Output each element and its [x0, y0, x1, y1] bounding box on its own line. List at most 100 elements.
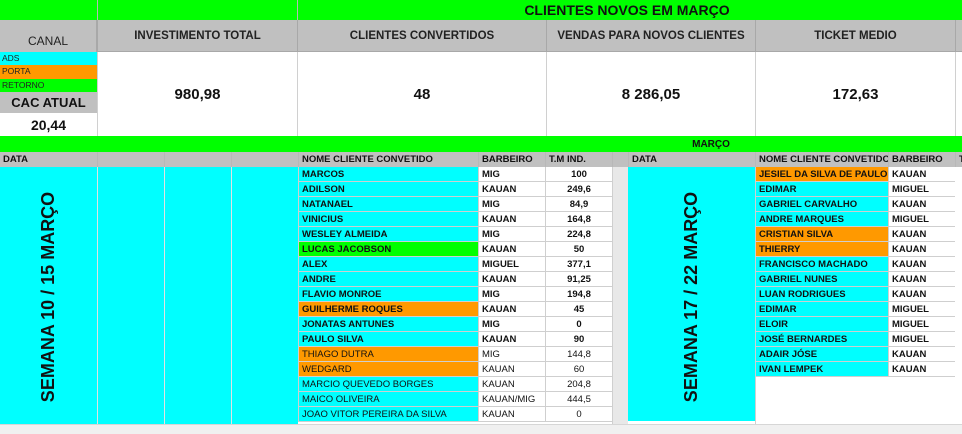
right-row-barber[interactable]: MIGUEL: [888, 182, 955, 197]
left-row-barber[interactable]: KAUAN: [478, 332, 545, 347]
left-row-name[interactable]: ALEX: [298, 257, 478, 272]
right-row-barber[interactable]: KAUAN: [888, 167, 955, 182]
left-row-name[interactable]: VINICIUS: [298, 212, 478, 227]
left-row-barber[interactable]: MIG: [478, 167, 545, 182]
left-row-name[interactable]: MARCIO QUEVEDO BORGES: [298, 377, 478, 392]
right-row-name[interactable]: GABRIEL CARVALHO: [755, 197, 888, 212]
legend: ADS PORTA RETORNO: [0, 52, 97, 92]
left-row-barber[interactable]: MIG: [478, 197, 545, 212]
left-row-tm[interactable]: 45: [545, 302, 612, 317]
right-row-name[interactable]: ADAIR JÓSE: [755, 347, 888, 362]
kpi-header-vendas: VENDAS PARA NOVOS CLIENTES: [546, 20, 755, 52]
right-row-barber[interactable]: MIGUEL: [888, 212, 955, 227]
right-week-label: SEMANA 17 / 22 MARÇO: [681, 191, 701, 403]
left-row-name[interactable]: JONATAS ANTUNES: [298, 317, 478, 332]
right-row-barber[interactable]: KAUAN: [888, 362, 955, 377]
right-row-name[interactable]: GABRIEL NUNES: [755, 272, 888, 287]
left-row-barber[interactable]: MIG: [478, 227, 545, 242]
grid-line: [97, 167, 98, 434]
left-row-barber[interactable]: KAUAN: [478, 212, 545, 227]
left-header-blank: [164, 152, 231, 167]
right-row-name[interactable]: ELOIR: [755, 317, 888, 332]
left-row-barber[interactable]: MIGUEL: [478, 257, 545, 272]
right-row-name[interactable]: ANDRE MARQUES: [755, 212, 888, 227]
month-band: MARÇO: [0, 136, 962, 152]
left-row-name[interactable]: WEDGARD: [298, 362, 478, 377]
right-row-barber[interactable]: KAUAN: [888, 287, 955, 302]
left-row-tm[interactable]: 50: [545, 242, 612, 257]
right-row-barber[interactable]: KAUAN: [888, 272, 955, 287]
right-header-barber: BARBEIRO: [888, 152, 955, 167]
left-row-name[interactable]: ADILSON: [298, 182, 478, 197]
left-row-tm[interactable]: 84,9: [545, 197, 612, 212]
kpi-header-investimento: INVESTIMENTO TOTAL: [97, 20, 297, 52]
left-row-name[interactable]: LUCAS JACOBSON: [298, 242, 478, 257]
horizontal-scrollbar[interactable]: [0, 424, 962, 434]
left-row-barber[interactable]: KAUAN: [478, 377, 545, 392]
left-row-name[interactable]: MAICO OLIVEIRA: [298, 392, 478, 407]
right-row-barber[interactable]: MIGUEL: [888, 317, 955, 332]
left-row-name[interactable]: JOAO VITOR PEREIRA DA SILVA: [298, 407, 478, 422]
right-row-barber[interactable]: KAUAN: [888, 242, 955, 257]
left-row-tm[interactable]: 194,8: [545, 287, 612, 302]
right-row-barber[interactable]: KAUAN: [888, 347, 955, 362]
right-row-name[interactable]: LUAN RODRIGUES: [755, 287, 888, 302]
left-row-barber[interactable]: KAUAN: [478, 272, 545, 287]
left-row-tm[interactable]: 0: [545, 317, 612, 332]
left-row-tm[interactable]: 444,5: [545, 392, 612, 407]
legend-retorno: RETORNO: [0, 78, 97, 92]
left-row-tm[interactable]: 100: [545, 167, 612, 182]
left-row-barber[interactable]: MIG: [478, 317, 545, 332]
left-header-barber: BARBEIRO: [478, 152, 545, 167]
right-row-name[interactable]: IVAN LEMPEK: [755, 362, 888, 377]
right-row-name[interactable]: EDIMAR: [755, 302, 888, 317]
left-row-tm[interactable]: 164,8: [545, 212, 612, 227]
left-row-tm[interactable]: 204,8: [545, 377, 612, 392]
right-row-name[interactable]: CRISTIAN SILVA: [755, 227, 888, 242]
left-row-name[interactable]: NATANAEL: [298, 197, 478, 212]
left-row-barber[interactable]: MIG: [478, 287, 545, 302]
right-row-barber[interactable]: MIGUEL: [888, 332, 955, 347]
left-header-data: DATA: [0, 152, 97, 167]
kpi-header-clientes: CLIENTES CONVERTIDOS: [297, 20, 546, 52]
page-title: CLIENTES NOVOS EM MARÇO: [524, 2, 730, 18]
left-row-name[interactable]: ANDRE: [298, 272, 478, 287]
left-row-name[interactable]: WESLEY ALMEIDA: [298, 227, 478, 242]
left-row-tm[interactable]: 377,1: [545, 257, 612, 272]
grid-line: [231, 167, 232, 434]
grid-line: [97, 0, 98, 20]
left-row-name[interactable]: PAULO SILVA: [298, 332, 478, 347]
right-row-name[interactable]: FRANCISCO MACHADO: [755, 257, 888, 272]
left-row-tm[interactable]: 91,25: [545, 272, 612, 287]
left-row-barber[interactable]: KAUAN: [478, 182, 545, 197]
left-row-tm[interactable]: 60: [545, 362, 612, 377]
left-header-blank: [97, 152, 164, 167]
left-row-tm[interactable]: 0: [545, 407, 612, 422]
canal-label: CANAL: [0, 20, 97, 52]
left-row-name[interactable]: MARCOS: [298, 167, 478, 182]
left-row-barber[interactable]: KAUAN: [478, 407, 545, 422]
right-row-barber[interactable]: MIGUEL: [888, 302, 955, 317]
left-row-tm[interactable]: 224,8: [545, 227, 612, 242]
right-row-barber[interactable]: KAUAN: [888, 257, 955, 272]
right-row-barber[interactable]: KAUAN: [888, 227, 955, 242]
right-row-name[interactable]: THIERRY: [755, 242, 888, 257]
kpi-value-investimento: 980,98: [97, 52, 297, 136]
left-row-name[interactable]: FLAVIO MONROE: [298, 287, 478, 302]
left-row-name[interactable]: THIAGO DUTRA: [298, 347, 478, 362]
left-row-barber[interactable]: MIG: [478, 347, 545, 362]
left-row-barber[interactable]: KAUAN: [478, 362, 545, 377]
left-row-barber[interactable]: KAUAN: [478, 302, 545, 317]
gap-column: [612, 167, 628, 434]
right-row-barber[interactable]: KAUAN: [888, 197, 955, 212]
left-row-barber[interactable]: KAUAN: [478, 242, 545, 257]
left-row-tm[interactable]: 144,8: [545, 347, 612, 362]
left-row-name[interactable]: GUILHERME ROQUES: [298, 302, 478, 317]
left-row-tm[interactable]: 90: [545, 332, 612, 347]
left-row-barber[interactable]: KAUAN/MIG: [478, 392, 545, 407]
right-row-name[interactable]: EDIMAR: [755, 182, 888, 197]
left-row-tm[interactable]: 249,6: [545, 182, 612, 197]
kpi-value-ticket: 172,63: [755, 52, 956, 136]
right-row-name[interactable]: JESIEL DA SILVA DE PAULO: [755, 167, 888, 182]
right-row-name[interactable]: JOSÉ BERNARDES: [755, 332, 888, 347]
